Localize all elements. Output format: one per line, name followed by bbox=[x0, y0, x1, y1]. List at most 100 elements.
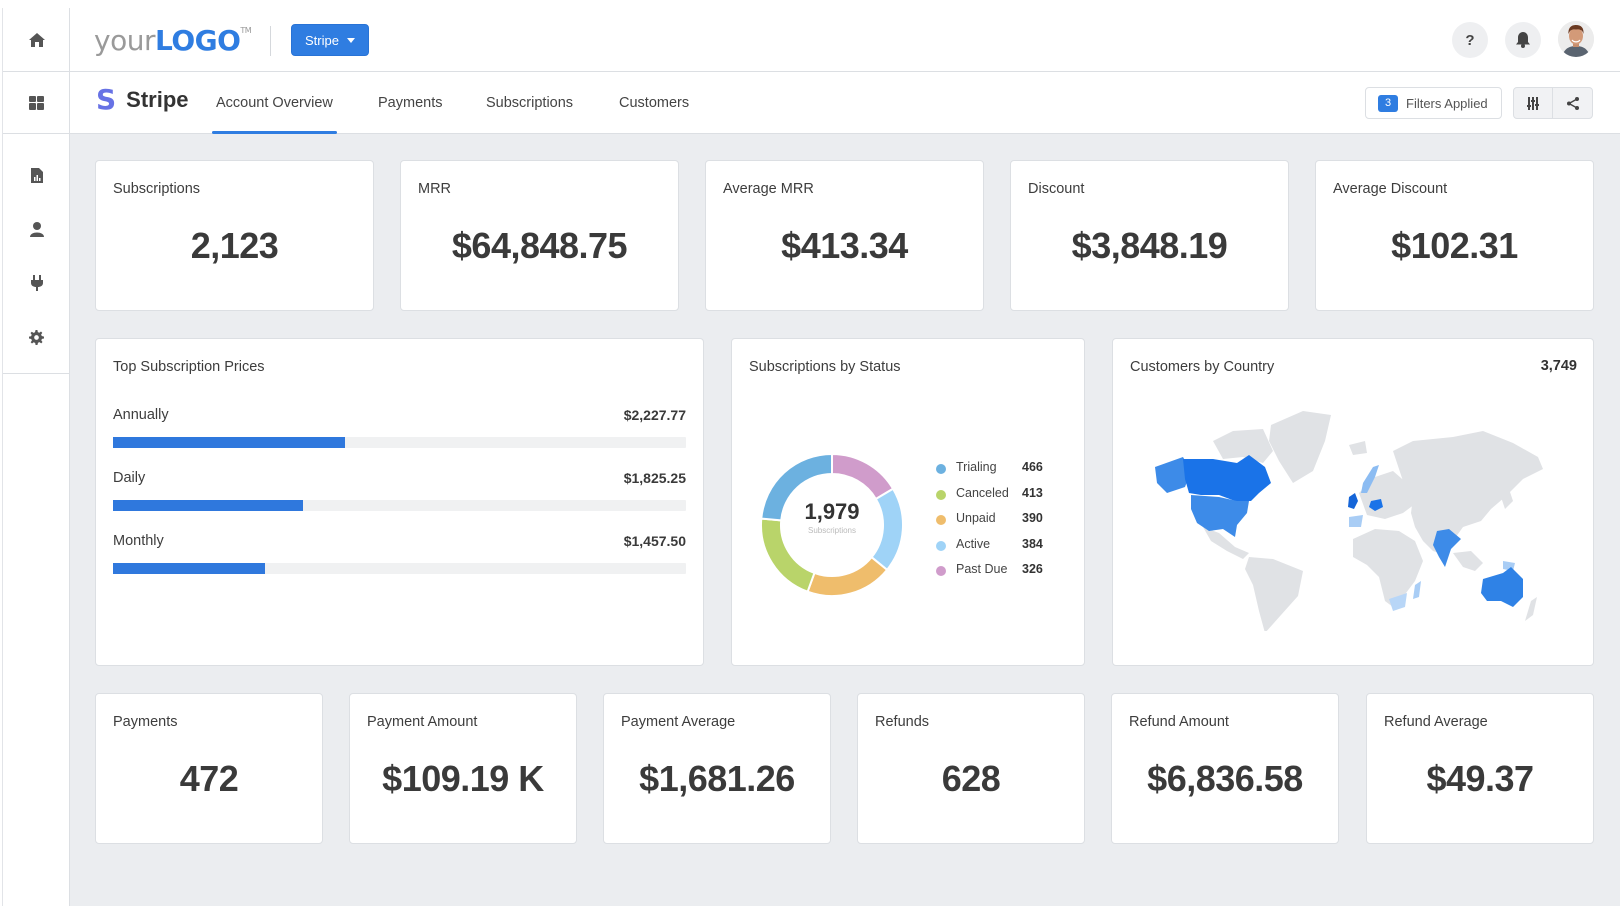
share-button[interactable] bbox=[1553, 88, 1592, 118]
filters-count-badge: 3 bbox=[1378, 94, 1398, 112]
kpi-card-average-discount[interactable]: Average Discount $102.31 bbox=[1315, 160, 1594, 311]
legend-item-past-due[interactable]: Past Due 326 bbox=[936, 561, 1056, 587]
price-bar-track bbox=[113, 437, 686, 448]
price-row: Annually $2,227.77 bbox=[113, 407, 686, 448]
subscriptions-by-status-card[interactable]: Subscriptions by Status 1,979 Subscripti… bbox=[731, 338, 1085, 666]
legend-value: 326 bbox=[1022, 562, 1043, 576]
legend-label: Trialing bbox=[956, 460, 997, 474]
kpi-card-discount[interactable]: Discount $3,848.19 bbox=[1010, 160, 1289, 311]
legend-label: Unpaid bbox=[956, 511, 996, 525]
share-icon bbox=[1566, 96, 1579, 110]
top-bar: yourLOGOTM Stripe ? bbox=[70, 8, 1620, 72]
price-label: Monthly bbox=[113, 533, 164, 549]
sidebar-item-dashboards[interactable] bbox=[3, 72, 70, 134]
kpi-card-refunds[interactable]: Refunds 628 bbox=[857, 693, 1085, 844]
legend-item-canceled[interactable]: Canceled 413 bbox=[936, 485, 1056, 511]
tab-subscriptions[interactable]: Subscriptions bbox=[486, 72, 573, 134]
legend-dot-icon bbox=[936, 540, 946, 551]
map-region-canada bbox=[1183, 455, 1271, 501]
kpi-value: $3,848.19 bbox=[1071, 225, 1228, 266]
price-bar-fill bbox=[113, 563, 265, 574]
top-subscription-prices-card[interactable]: Top Subscription Prices Annually $2,227.… bbox=[95, 338, 704, 666]
kpi-value: 2,123 bbox=[190, 225, 279, 266]
legend-value: 413 bbox=[1022, 485, 1043, 500]
view-actions bbox=[1513, 87, 1593, 119]
legend-dot-icon bbox=[936, 489, 946, 500]
map-region-south-america bbox=[1245, 557, 1303, 631]
kpi-card-payment-amount[interactable]: Payment Amount $109.19 K bbox=[349, 693, 577, 844]
price-value: $2,227.77 bbox=[623, 407, 686, 423]
map-region-southeast-asia bbox=[1453, 551, 1483, 571]
price-label: Daily bbox=[113, 470, 146, 486]
caret-down-icon bbox=[346, 37, 355, 43]
legend-dot-icon bbox=[936, 566, 946, 576]
price-value: $1,457.50 bbox=[623, 533, 686, 549]
kpi-card-payments[interactable]: Payments 472 bbox=[95, 693, 323, 844]
sidebar-item-settings[interactable] bbox=[3, 310, 70, 364]
sidebar-item-reports[interactable] bbox=[3, 148, 70, 202]
customize-button[interactable] bbox=[1514, 88, 1554, 118]
kpi-card-subscriptions[interactable]: Subscriptions 2,123 bbox=[95, 160, 374, 311]
legend-label: Active bbox=[956, 536, 991, 551]
user-avatar[interactable] bbox=[1558, 21, 1594, 57]
customers-by-country-card[interactable]: Customers by Country 3,749 bbox=[1112, 338, 1594, 666]
legend-value: 384 bbox=[1022, 536, 1043, 551]
tab-payments[interactable]: Payments bbox=[378, 72, 442, 134]
map-region-africa bbox=[1353, 529, 1423, 607]
world-map bbox=[1155, 411, 1543, 631]
donut-slice-past-due[interactable] bbox=[831, 452, 895, 501]
kpi-value: 472 bbox=[179, 758, 239, 799]
kpi-card-mrr[interactable]: MRR $64,848.75 bbox=[400, 160, 679, 311]
price-value: $1,825.25 bbox=[623, 470, 686, 486]
sliders-icon bbox=[1527, 96, 1539, 110]
map-region-madagascar bbox=[1413, 581, 1421, 599]
tab-account-overview[interactable]: Account Overview bbox=[212, 72, 337, 134]
legend-item-unpaid[interactable]: Unpaid 390 bbox=[936, 510, 1056, 536]
sidebar bbox=[2, 8, 70, 906]
home-icon bbox=[28, 32, 45, 47]
map-region-russia-asia bbox=[1393, 431, 1543, 555]
user-icon bbox=[29, 221, 44, 237]
help-button[interactable]: ? bbox=[1452, 22, 1488, 58]
map-region-uk bbox=[1348, 493, 1358, 509]
map-region-australia bbox=[1481, 567, 1523, 607]
map-region-central-america bbox=[1203, 527, 1249, 559]
account-selector-dropdown[interactable]: Stripe bbox=[291, 24, 369, 56]
notifications-button[interactable] bbox=[1505, 22, 1541, 58]
price-bar-fill bbox=[113, 437, 346, 448]
filters-applied-button[interactable]: 3 Filters Applied bbox=[1365, 87, 1502, 119]
company-logo[interactable]: yourLOGOTM bbox=[94, 24, 252, 57]
map-region-arctic-canada bbox=[1213, 429, 1273, 463]
legend-item-active[interactable]: Active 384 bbox=[936, 536, 1056, 562]
price-row: Daily $1,825.25 bbox=[113, 470, 686, 511]
divider bbox=[270, 26, 271, 56]
sidebar-item-integrations[interactable] bbox=[3, 256, 70, 310]
legend-label: Canceled bbox=[956, 485, 1009, 500]
sidebar-item-home[interactable] bbox=[3, 8, 70, 72]
kpi-card-average-mrr[interactable]: Average MRR $413.34 bbox=[705, 160, 984, 311]
map-region-usa bbox=[1191, 495, 1249, 537]
price-label: Annually bbox=[113, 407, 169, 423]
map-region-greenland bbox=[1269, 411, 1331, 483]
price-bar-fill bbox=[113, 500, 303, 511]
tab-bar: S Stripe Account Overview Payments Subsc… bbox=[70, 72, 1620, 134]
tab-customers[interactable]: Customers bbox=[619, 72, 689, 134]
legend-value: 390 bbox=[1022, 511, 1043, 525]
kpi-card-refund-amount[interactable]: Refund Amount $6,836.58 bbox=[1111, 693, 1339, 844]
donut-slice-unpaid[interactable] bbox=[806, 555, 889, 597]
customers-total: 3,749 bbox=[1540, 358, 1577, 374]
legend-item-trialing[interactable]: Trialing 466 bbox=[936, 459, 1056, 485]
stripe-logo-icon: S bbox=[96, 83, 117, 116]
kpi-value: $64,848.75 bbox=[451, 225, 628, 266]
status-donut-chart bbox=[760, 452, 904, 597]
dashboard-content: Subscriptions 2,123 MRR $64,848.75 Avera… bbox=[70, 134, 1620, 906]
kpi-value: $413.34 bbox=[781, 225, 908, 266]
integration-brand: S Stripe bbox=[96, 86, 189, 114]
price-row: Monthly $1,457.50 bbox=[113, 533, 686, 574]
sidebar-item-users[interactable] bbox=[3, 202, 70, 256]
map-region-iceland bbox=[1349, 441, 1367, 455]
kpi-value: $109.19 K bbox=[382, 758, 544, 799]
kpi-card-refund-average[interactable]: Refund Average $49.37 bbox=[1366, 693, 1594, 844]
donut-total: 1,979 bbox=[804, 499, 860, 524]
kpi-card-payment-average[interactable]: Payment Average $1,681.26 bbox=[603, 693, 831, 844]
